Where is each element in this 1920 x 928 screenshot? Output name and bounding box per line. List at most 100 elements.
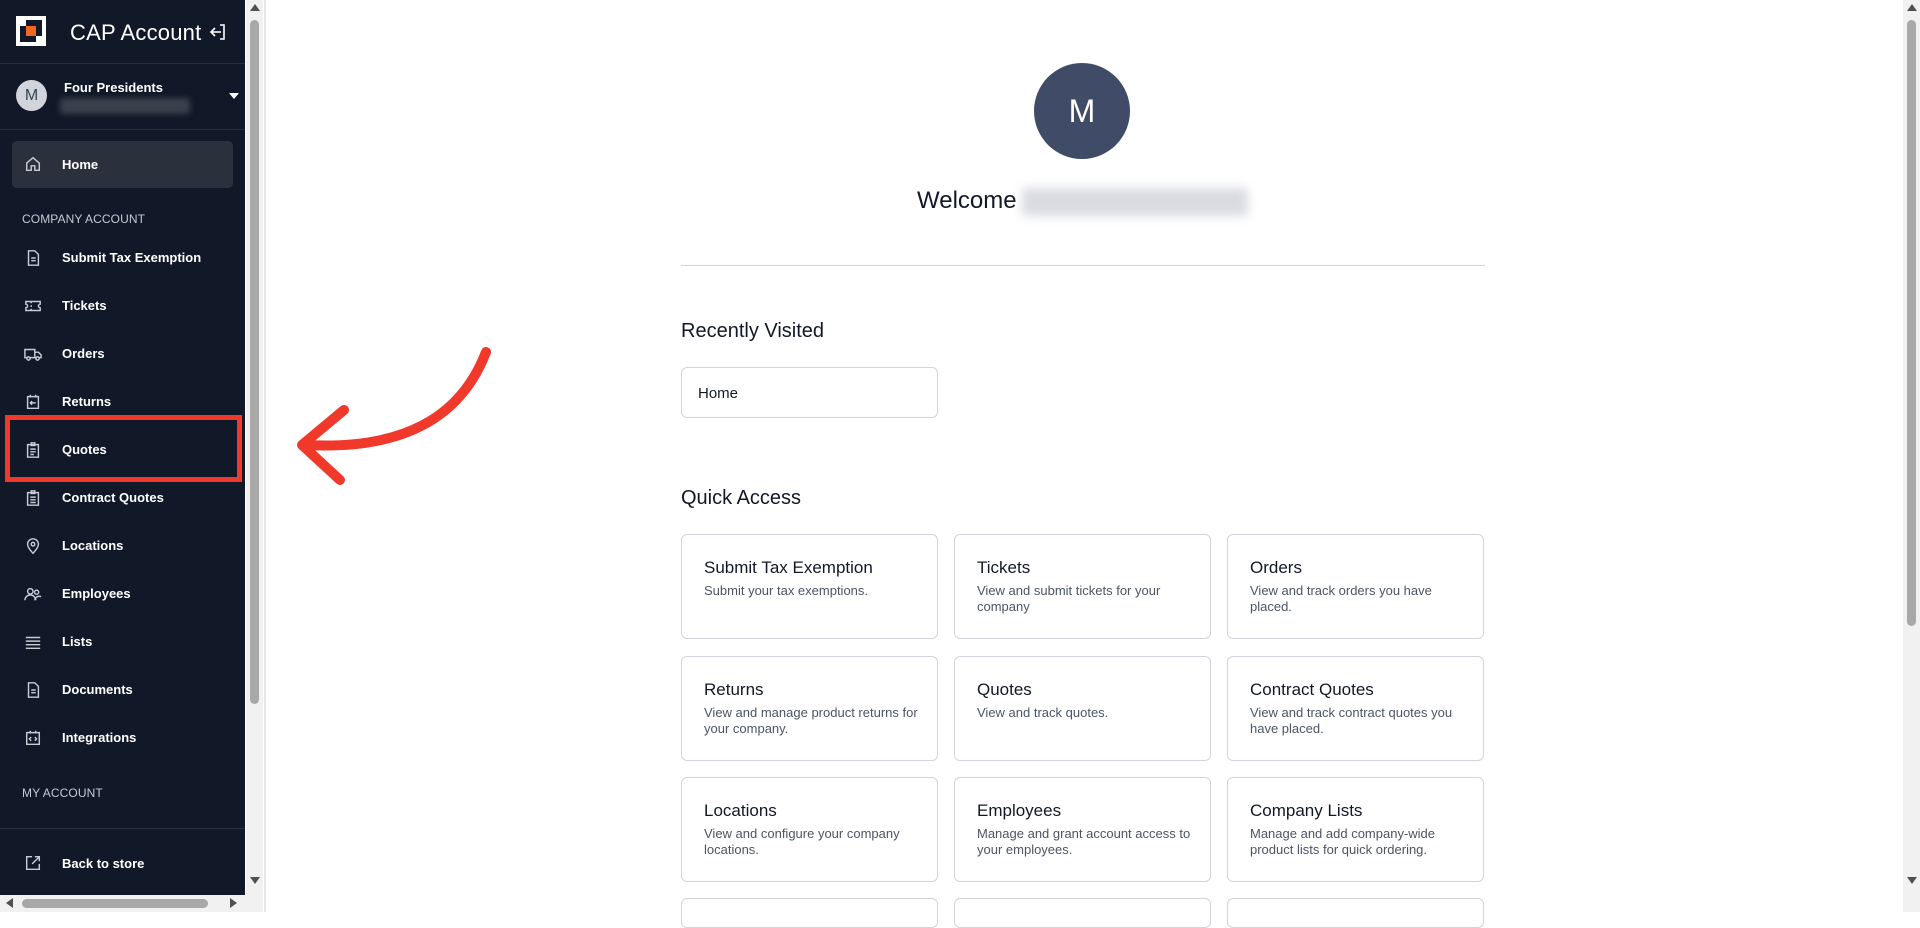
card-description: Submit your tax exemptions. [704, 583, 869, 598]
card-title: Locations [704, 801, 777, 820]
sidebar-item-label: Contract Quotes [62, 490, 164, 505]
account-switcher[interactable]: M Four Presidents [0, 64, 245, 130]
quick-card-partial[interactable] [1227, 898, 1484, 928]
divider [681, 265, 1485, 266]
logout-icon[interactable] [208, 22, 228, 42]
scroll-up-icon[interactable] [1907, 4, 1917, 11]
card-description: View and track quotes. [977, 705, 1109, 720]
account-name: Four Presidents [64, 80, 163, 95]
quick-card-employees[interactable]: Employees Manage and grant account acces… [954, 777, 1211, 882]
scroll-right-icon[interactable] [230, 898, 237, 908]
card-description: View and track contract quotes you have … [1250, 705, 1453, 736]
quick-card-tickets[interactable]: Tickets View and submit tickets for your… [954, 534, 1211, 639]
document-icon [27, 250, 40, 266]
scrollbar-thumb[interactable] [1907, 20, 1916, 626]
recent-item-home[interactable]: Home [681, 367, 938, 418]
external-link-icon [25, 855, 41, 871]
welcome-heading: Welcome [917, 187, 1017, 214]
sidebar-item-locations[interactable]: Locations [12, 526, 233, 566]
company-account-heading: COMPANY ACCOUNT [22, 212, 146, 226]
quick-card-quotes[interactable]: Quotes View and track quotes. [954, 656, 1211, 761]
highlight-box [5, 415, 242, 482]
truck-icon [24, 348, 42, 361]
sidebar-item-orders[interactable]: Orders [12, 334, 233, 374]
sidebar-item-tickets[interactable]: Tickets [12, 286, 233, 326]
card-title: Quotes [977, 680, 1032, 699]
map-pin-icon [26, 538, 40, 555]
my-account-heading: MY ACCOUNT [22, 786, 103, 800]
quick-card-locations[interactable]: Locations View and configure your compan… [681, 777, 938, 882]
user-email-redacted [1022, 188, 1248, 216]
return-icon [26, 394, 40, 410]
account-avatar: M [16, 80, 47, 111]
recent-item-label: Home [698, 385, 739, 402]
quick-card-orders[interactable]: Orders View and track orders you have pl… [1227, 534, 1484, 639]
sidebar-item-label: Employees [62, 586, 131, 601]
clipboard-list-icon [26, 490, 40, 506]
scrollbar-thumb[interactable] [22, 899, 208, 908]
quick-access-title: Quick Access [681, 487, 802, 509]
card-description: Manage and grant account access to your … [977, 826, 1191, 857]
card-title: Submit Tax Exemption [704, 558, 873, 577]
brand-header: CAP Account [0, 0, 245, 64]
sidebar-scrollbar[interactable] [246, 0, 263, 912]
app-title: CAP Account [70, 20, 202, 45]
divider [264, 0, 266, 912]
sidebar-horizontal-scrollbar[interactable] [0, 895, 246, 912]
card-description: Manage and add company-wide product list… [1250, 826, 1436, 857]
sidebar-item-documents[interactable]: Documents [12, 670, 233, 710]
back-to-store-label: Back to store [62, 856, 145, 871]
code-box-icon [25, 730, 41, 746]
quick-card-partial[interactable] [681, 898, 938, 928]
sidebar-item-label: Home [62, 157, 99, 172]
sidebar-item-label: Returns [62, 394, 112, 409]
card-description: View and track orders you have placed. [1250, 583, 1432, 614]
scroll-down-icon[interactable] [250, 877, 260, 884]
quick-card-returns[interactable]: Returns View and manage product returns … [681, 656, 938, 761]
card-description: View and configure your company location… [704, 826, 900, 857]
file-icon [27, 682, 40, 698]
scrollbar-thumb[interactable] [250, 20, 259, 704]
sidebar-item-contract-quotes[interactable]: Contract Quotes [12, 478, 233, 518]
sidebar-item-label: Documents [62, 682, 133, 697]
quick-card-contract-quotes[interactable]: Contract Quotes View and track contract … [1227, 656, 1484, 761]
card-title: Orders [1250, 558, 1302, 577]
sidebar-item-label: Lists [62, 634, 93, 649]
user-avatar: M [1034, 63, 1130, 159]
scroll-up-icon[interactable] [250, 4, 260, 11]
scroll-left-icon[interactable] [6, 898, 13, 908]
card-title: Tickets [977, 558, 1031, 577]
quick-card-company-lists[interactable]: Company Lists Manage and add company-wid… [1227, 777, 1484, 882]
sidebar-item-label: Orders [62, 346, 105, 361]
sidebar-item-label: Locations [62, 538, 124, 553]
card-title: Employees [977, 801, 1062, 820]
card-title: Returns [704, 680, 764, 699]
home-icon [25, 156, 41, 172]
list-icon [25, 636, 41, 650]
card-title: Company Lists [1250, 801, 1363, 820]
recently-visited-title: Recently Visited [681, 320, 825, 342]
sidebar-item-integrations[interactable]: Integrations [12, 718, 233, 758]
card-description: View and manage product returns for your… [704, 705, 918, 736]
chevron-down-icon[interactable] [229, 93, 239, 99]
quick-card-submit-tax-exemption[interactable]: Submit Tax Exemption Submit your tax exe… [681, 534, 938, 639]
quick-card-partial[interactable] [954, 898, 1211, 928]
sidebar-item-submit-tax-exemption[interactable]: Submit Tax Exemption [12, 238, 233, 278]
users-icon [24, 587, 42, 601]
brand-logo[interactable] [15, 15, 47, 47]
page-scrollbar[interactable] [1903, 0, 1920, 912]
annotation-arrow-icon [297, 347, 491, 485]
sidebar-item-lists[interactable]: Lists [12, 622, 233, 662]
sidebar-item-label: Tickets [62, 298, 107, 313]
sidebar-item-home[interactable]: Home [12, 141, 233, 188]
ticket-icon [25, 300, 41, 312]
back-to-store-button[interactable]: Back to store [12, 843, 233, 883]
sidebar-item-employees[interactable]: Employees [12, 574, 233, 614]
sidebar-item-label: Integrations [62, 730, 137, 745]
sidebar: CAP Account M Four Presidents Home COMPA… [0, 0, 245, 912]
card-title: Contract Quotes [1250, 680, 1374, 699]
sidebar-item-label: Submit Tax Exemption [62, 250, 202, 265]
card-description: View and submit tickets for your company [977, 583, 1161, 614]
account-email-redacted [60, 98, 190, 114]
scroll-down-icon[interactable] [1907, 877, 1917, 884]
